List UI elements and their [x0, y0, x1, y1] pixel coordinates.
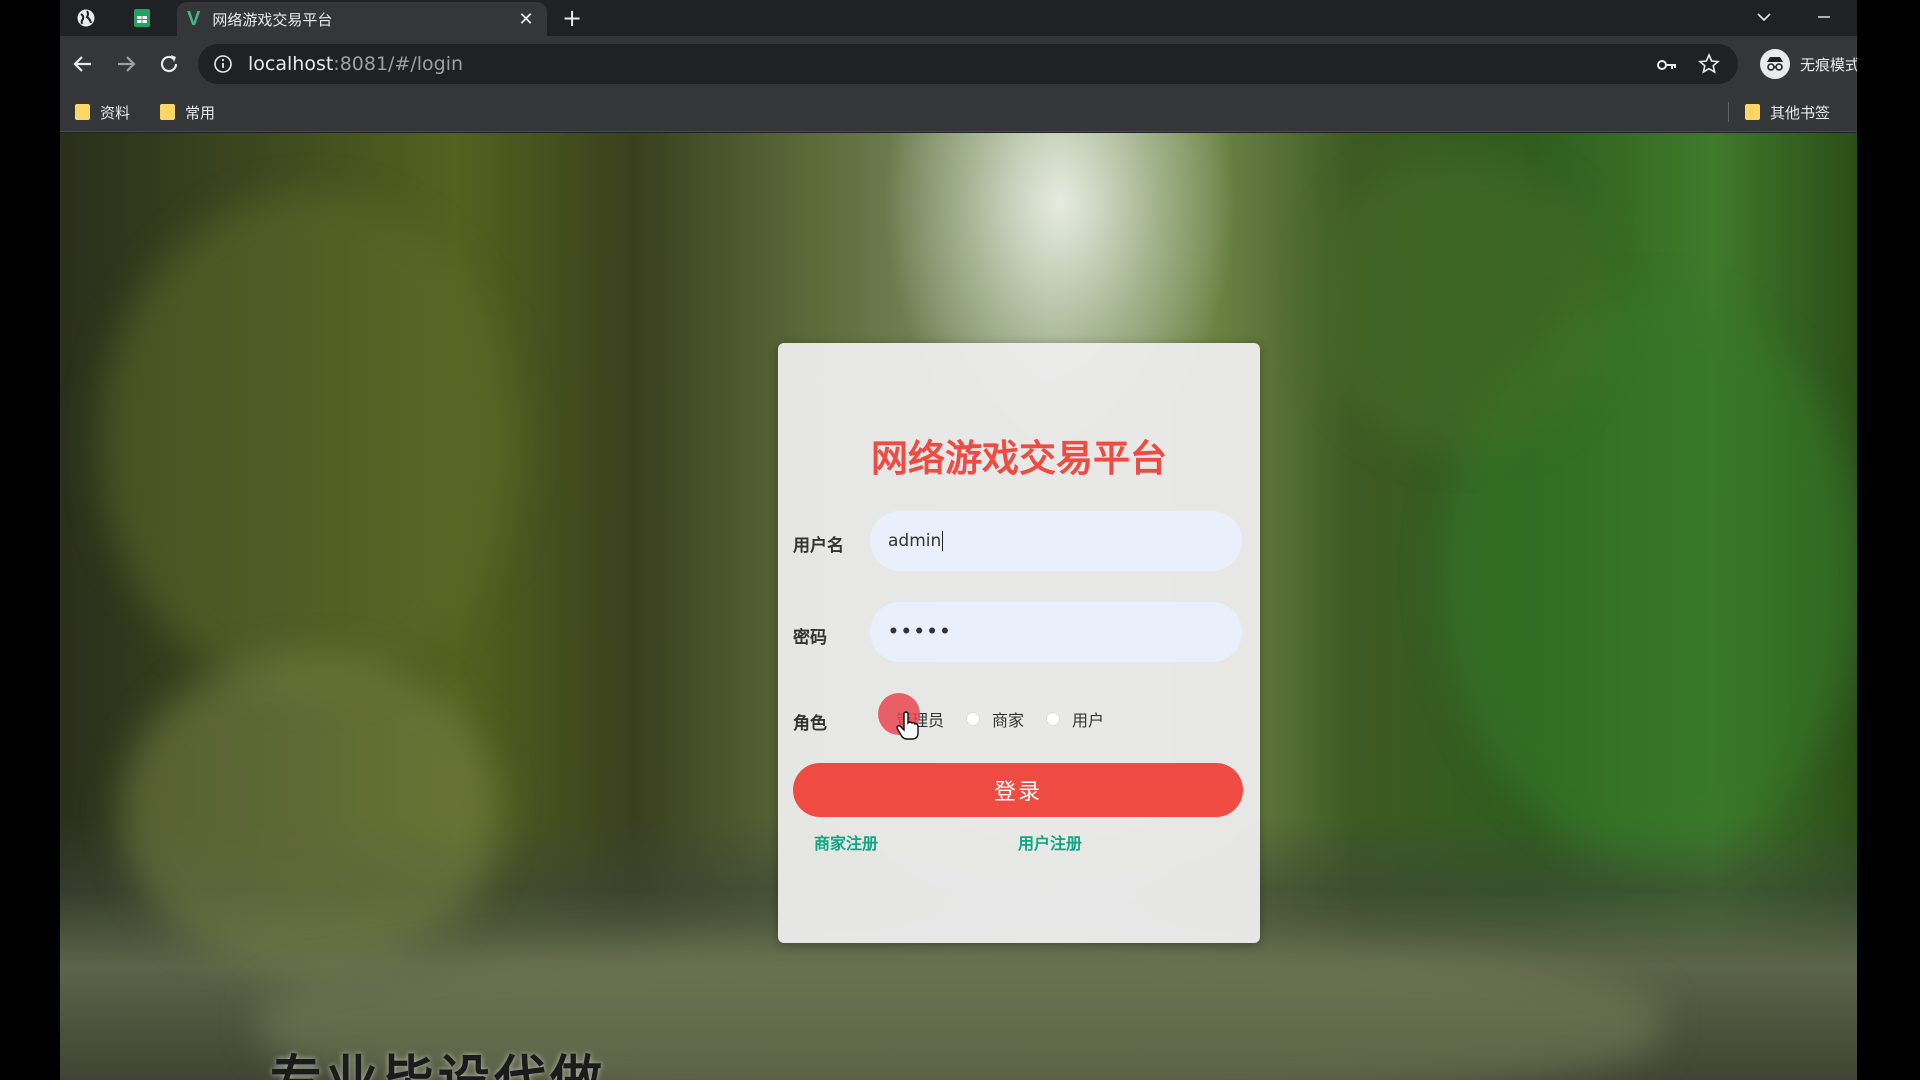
password-input[interactable]: •••••: [870, 602, 1242, 662]
login-button[interactable]: 登录: [793, 763, 1243, 817]
folder-icon: [75, 104, 90, 120]
reload-button[interactable]: [154, 49, 184, 79]
reload-icon: [160, 55, 178, 73]
bookmark-label: 资料: [100, 103, 131, 122]
role-option-label: 用户: [1072, 711, 1105, 730]
login-title: 网络游戏交易平台: [871, 437, 1167, 480]
username-input[interactable]: admin: [870, 511, 1242, 571]
login-card: 网络游戏交易平台 用户名 admin 密码 ••••• 角色 管理员 商家 用户…: [778, 343, 1260, 943]
username-value: admin: [888, 531, 942, 551]
minimize-icon: [1818, 16, 1830, 18]
folder-icon: [160, 104, 175, 120]
info-icon[interactable]: [212, 53, 234, 75]
spreadsheet-icon: [134, 9, 150, 27]
arrow-right-icon: [118, 56, 136, 72]
tab-strip: V 网络游戏交易平台 ✕ +: [60, 0, 1857, 36]
background-foliage: [1310, 153, 1610, 453]
url-host: localhost: [248, 53, 334, 75]
key-icon[interactable]: [1656, 54, 1678, 76]
page-viewport: 网络游戏交易平台 用户名 admin 密码 ••••• 角色 管理员 商家 用户…: [60, 133, 1857, 1080]
hand-cursor-icon: [896, 711, 919, 740]
role-radio-user[interactable]: 用户: [1046, 707, 1104, 731]
forward-button[interactable]: [111, 49, 141, 79]
other-bookmarks[interactable]: 其他书签: [1745, 100, 1830, 124]
bookmarks-bar: 资料 常用 其他书签: [60, 92, 1857, 132]
video-subtitle: 专业毕设代做: [270, 1038, 606, 1080]
back-button[interactable]: [68, 49, 98, 79]
bookmark-folder-1[interactable]: 资料: [75, 100, 130, 124]
browser-window: V 网络游戏交易平台 ✕ + localhost:8081/#/login 无…: [60, 0, 1857, 1080]
minimize-button[interactable]: [1811, 4, 1837, 30]
password-label: 密码: [793, 628, 827, 648]
bookmark-label: 常用: [185, 103, 216, 122]
address-bar[interactable]: localhost:8081/#/login: [198, 44, 1738, 84]
role-label: 角色: [793, 714, 827, 734]
url-path: :8081/#/login: [333, 53, 464, 75]
close-tab-icon[interactable]: ✕: [515, 9, 537, 30]
pinned-tab-sheets[interactable]: [120, 4, 164, 32]
merchant-register-link[interactable]: 商家注册: [814, 830, 878, 854]
role-option-label: 商家: [992, 711, 1025, 730]
tab-active[interactable]: V 网络游戏交易平台 ✕: [177, 2, 547, 36]
background-foliage: [100, 193, 520, 693]
folder-icon: [1745, 104, 1760, 120]
incognito-label: 无痕模式: [1800, 55, 1857, 74]
incognito-icon: [1760, 49, 1790, 79]
browser-toolbar: localhost:8081/#/login 无痕模式: [60, 36, 1857, 92]
star-icon[interactable]: [1698, 53, 1720, 75]
background-foliage: [120, 653, 500, 973]
bookmarks-divider: [1728, 102, 1729, 122]
user-register-link[interactable]: 用户注册: [1018, 830, 1082, 854]
radio-circle: [1046, 712, 1061, 726]
tab-title: 网络游戏交易平台: [212, 10, 333, 29]
globe-icon: [77, 9, 95, 27]
password-value: •••••: [888, 622, 953, 642]
tab-search-button[interactable]: [1751, 4, 1777, 30]
other-bookmarks-label: 其他书签: [1770, 103, 1831, 122]
arrow-left-icon: [73, 56, 91, 72]
incognito-profile[interactable]: 无痕模式: [1760, 48, 1857, 80]
chevron-down-icon: [1757, 13, 1771, 22]
vue-favicon-icon: V: [187, 7, 201, 30]
pinned-tab-globe[interactable]: [64, 4, 108, 32]
role-radio-merchant[interactable]: 商家: [966, 707, 1024, 731]
username-label: 用户名: [793, 536, 844, 556]
radio-circle: [966, 712, 981, 726]
new-tab-button[interactable]: +: [558, 4, 586, 32]
bookmark-folder-2[interactable]: 常用: [160, 100, 215, 124]
text-caret: [942, 531, 944, 551]
